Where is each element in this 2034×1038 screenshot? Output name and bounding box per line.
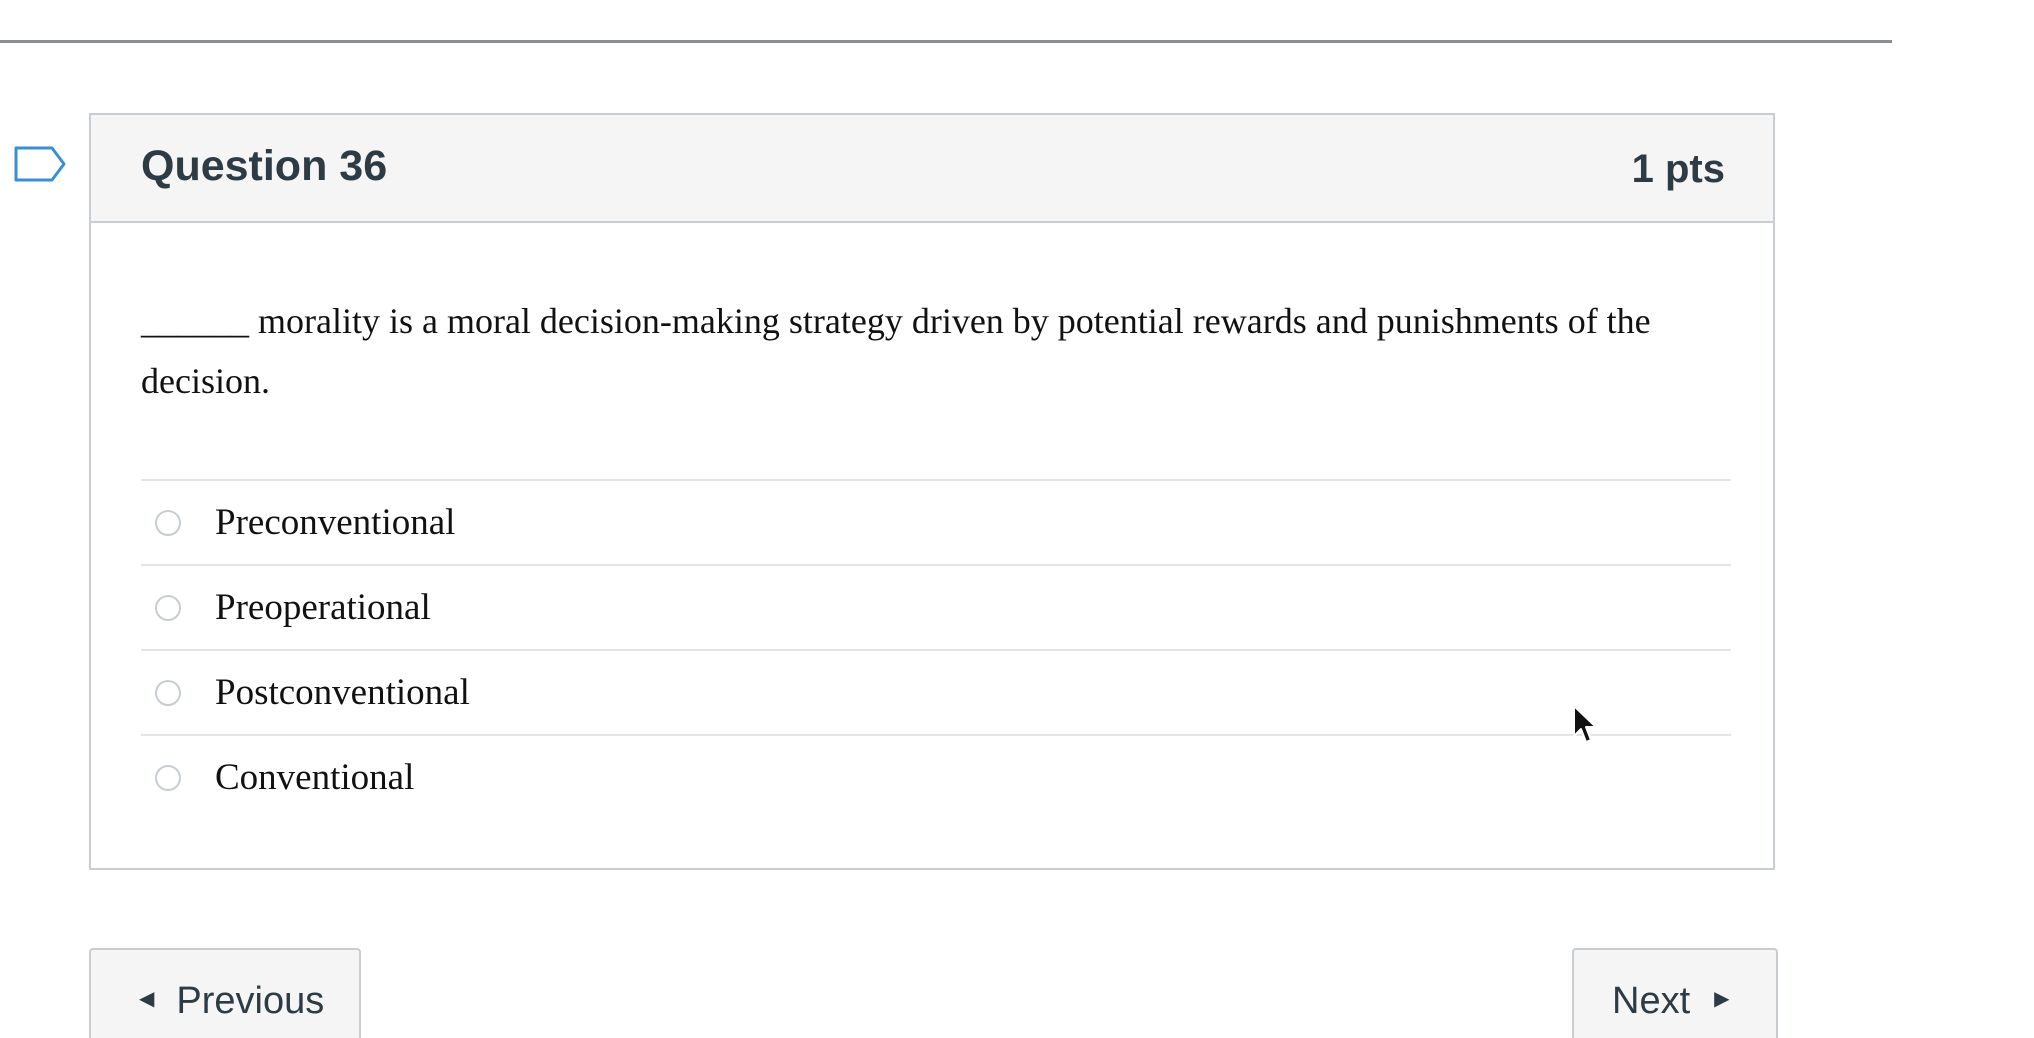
answer-label: Conventional xyxy=(215,757,415,798)
answer-list: Preconventional Preoperational Postconve… xyxy=(141,479,1731,819)
question-text: ______ morality is a moral decision-maki… xyxy=(141,291,1731,411)
next-button[interactable]: Next ▶ xyxy=(1572,948,1778,1038)
question-points: 1 pts xyxy=(1631,147,1725,191)
mouse-pointer-icon xyxy=(1572,704,1600,746)
answer-option[interactable]: Postconventional xyxy=(141,649,1731,734)
previous-button[interactable]: ◀ Previous xyxy=(89,948,361,1038)
answer-label: Preconventional xyxy=(215,502,456,543)
question-body: morality is a moral decision-making stra… xyxy=(141,301,1651,401)
question-blank: ______ xyxy=(141,301,249,341)
question-header: Question 36 1 pts xyxy=(91,115,1773,223)
answer-label: Preoperational xyxy=(215,587,431,628)
answer-option[interactable]: Preconventional xyxy=(141,479,1731,564)
previous-label: Previous xyxy=(176,980,325,1022)
answer-option[interactable]: Preoperational xyxy=(141,564,1731,649)
answer-option[interactable]: Conventional xyxy=(141,734,1731,819)
flag-question-icon[interactable] xyxy=(14,146,66,182)
triangle-left-icon: ◀ xyxy=(139,988,155,1010)
radio-button[interactable] xyxy=(155,594,181,621)
next-label: Next xyxy=(1612,980,1691,1022)
radio-button[interactable] xyxy=(155,509,181,536)
radio-button[interactable] xyxy=(155,764,181,791)
radio-button[interactable] xyxy=(155,679,181,706)
top-divider xyxy=(0,40,1892,43)
triangle-right-icon: ▶ xyxy=(1714,988,1730,1010)
question-card: Question 36 1 pts ______ morality is a m… xyxy=(89,113,1775,870)
question-title: Question 36 xyxy=(141,142,388,190)
answer-label: Postconventional xyxy=(215,672,470,713)
